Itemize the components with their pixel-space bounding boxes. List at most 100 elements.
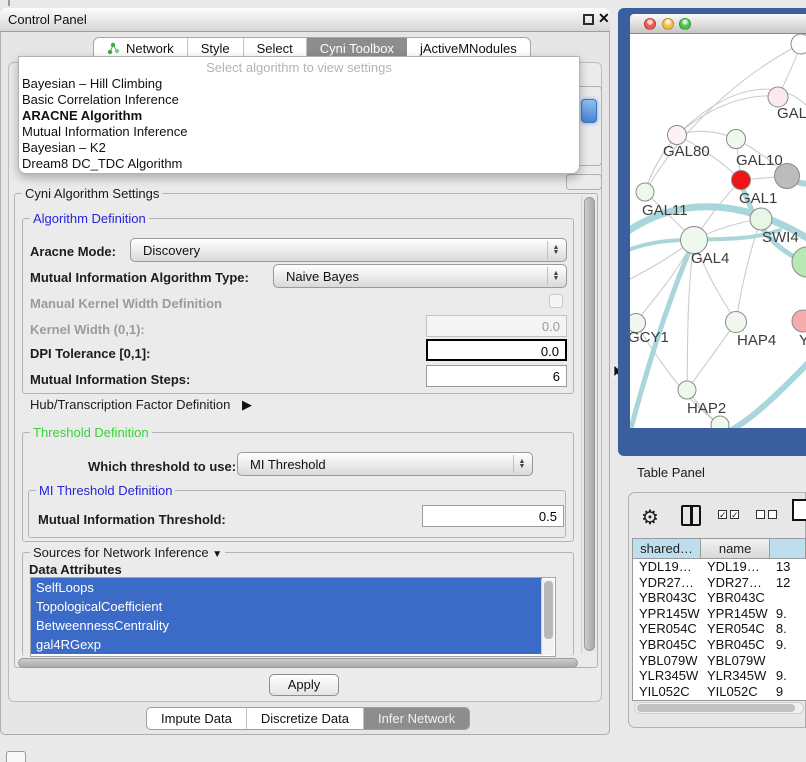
table-row[interactable]: YPR145WYPR145W9. xyxy=(633,606,806,622)
network-node-y[interactable] xyxy=(792,310,806,332)
table-cell: YLR345W xyxy=(701,668,770,684)
apply-button[interactable]: Apply xyxy=(269,674,339,696)
table-cell: YIL052C xyxy=(633,684,701,700)
algorithm-dropdown-list: Select algorithm to view settings Bayesi… xyxy=(18,56,580,174)
bottom-left-partial-icon xyxy=(6,751,26,762)
table-cell xyxy=(770,590,806,606)
float-window-icon[interactable] xyxy=(583,14,594,25)
data-attribute-item[interactable]: TopologicalCoefficient xyxy=(31,597,542,616)
table-column-header[interactable]: shared… xyxy=(633,539,701,558)
table-row[interactable]: YER054CYER054C8. xyxy=(633,621,806,637)
close-icon[interactable]: ✕ xyxy=(598,10,610,27)
table-cell: YBR043C xyxy=(633,590,701,606)
attributes-scrollbar[interactable] xyxy=(541,579,554,655)
table-row[interactable]: YDL19…YDL19…13 xyxy=(633,559,806,575)
bottom-tab-bar: Impute DataDiscretize DataInfer Network xyxy=(146,707,470,730)
network-node[interactable] xyxy=(792,247,806,277)
zoom-traffic-light[interactable] xyxy=(679,18,691,30)
dropdown-item[interactable]: Mutual Information Inference xyxy=(19,124,579,140)
checked-box-icon[interactable]: ✓ xyxy=(730,510,739,519)
table-row[interactable]: YLR345WYLR345W9. xyxy=(633,668,806,684)
network-node-gal1[interactable] xyxy=(732,171,751,190)
network-node-label: GCY1 xyxy=(630,329,669,346)
network-node-swi4[interactable] xyxy=(750,208,772,230)
tab-label: Network xyxy=(126,41,174,56)
dropdown-item[interactable]: Bayesian – K2 xyxy=(19,140,579,156)
mi-steps-label: Mutual Information Steps: xyxy=(30,372,190,387)
node-attribute-table[interactable]: shared…name YDL19…YDL19…13YDR27…YDR27…12… xyxy=(632,538,806,701)
network-node-label: HAP4 xyxy=(737,332,776,349)
expand-right-icon[interactable]: ▶ xyxy=(242,397,252,412)
tab-label: Style xyxy=(201,41,230,56)
collapse-down-icon[interactable]: ▼ xyxy=(212,549,222,560)
network-node-gal[interactable] xyxy=(768,87,788,107)
table-cell: YBL079W xyxy=(701,653,770,669)
network-node[interactable] xyxy=(711,416,729,428)
sources-group-title: Sources for Network Inference ▼ xyxy=(30,545,225,560)
columns-icon[interactable] xyxy=(681,505,701,526)
network-node-gal11[interactable] xyxy=(636,183,654,201)
dropdown-item[interactable]: Bayesian – Hill Climbing xyxy=(19,76,579,92)
dropdown-item[interactable]: ARACNE Algorithm xyxy=(19,108,579,124)
manual-kernel-width-label: Manual Kernel Width Definition xyxy=(30,296,222,311)
unchecked-box-icon[interactable] xyxy=(768,510,777,519)
table-column-header[interactable]: name xyxy=(701,539,770,558)
tab-discretize-data[interactable]: Discretize Data xyxy=(247,708,364,729)
network-edge-highlighted xyxy=(723,359,806,428)
data-attribute-item[interactable]: BetweennessCentrality xyxy=(31,616,542,635)
network-node-gal10[interactable] xyxy=(727,130,746,149)
obscured-combobox-stepper xyxy=(581,99,597,123)
page-icon[interactable] xyxy=(792,499,806,521)
mi-threshold-field[interactable]: 0.5 xyxy=(422,505,564,527)
network-node-label: HAP2 xyxy=(687,400,726,417)
network-window-titlebar[interactable] xyxy=(630,14,806,34)
table-horizontal-scrollbar-thumb[interactable] xyxy=(637,704,795,712)
network-canvas[interactable]: GALGAL80GAL10GAL1GAL11SWI4GAL4GCY1YHAP4H… xyxy=(630,34,806,428)
network-node-hap2[interactable] xyxy=(678,381,696,399)
settings-vertical-scrollbar-thumb[interactable] xyxy=(584,197,595,651)
unchecked-box-icon[interactable] xyxy=(756,510,765,519)
table-cell: 9. xyxy=(770,606,806,622)
table-row[interactable]: YIL052CYIL052C9 xyxy=(633,684,806,700)
table-column-header[interactable] xyxy=(770,539,806,558)
hub-definition-toggle[interactable]: Hub/Transcription Factor Definition ▶ xyxy=(30,397,252,413)
data-attribute-item[interactable]: gal4RGexp xyxy=(31,635,542,654)
data-attribute-item[interactable]: SelfLoops xyxy=(31,578,542,597)
close-traffic-light[interactable] xyxy=(644,18,656,30)
data-attributes-list[interactable]: SelfLoopsTopologicalCoefficientBetweenne… xyxy=(30,577,556,657)
table-cell: YDL19… xyxy=(633,559,701,575)
dpi-tolerance-field[interactable]: 0.0 xyxy=(426,339,567,361)
minimize-traffic-light[interactable] xyxy=(662,18,674,30)
which-threshold-select[interactable]: MI Threshold ▲▼ xyxy=(237,452,533,476)
table-row[interactable]: YBR045CYBR045C9. xyxy=(633,637,806,653)
attributes-scrollbar-thumb[interactable] xyxy=(544,581,553,639)
kernel-width-field[interactable]: 0.0 xyxy=(426,315,567,337)
tab-infer-network[interactable]: Infer Network xyxy=(364,708,469,729)
checked-box-icon[interactable]: ✓ xyxy=(718,510,727,519)
network-node[interactable] xyxy=(775,164,800,189)
settings-horizontal-scrollbar-thumb[interactable] xyxy=(18,658,578,668)
network-node-label: GAL11 xyxy=(642,202,688,219)
table-row[interactable]: YBR043CYBR043C xyxy=(633,590,806,606)
manual-kernel-width-checkbox[interactable] xyxy=(549,294,563,308)
mi-algorithm-type-select[interactable]: Naive Bayes ▲▼ xyxy=(273,264,567,288)
network-edge xyxy=(677,96,778,135)
gear-icon[interactable]: ⚙ xyxy=(641,505,659,530)
table-row[interactable]: YBL079WYBL079W xyxy=(633,653,806,669)
network-node-label: GAL4 xyxy=(691,250,729,267)
table-horizontal-scrollbar[interactable] xyxy=(634,702,804,714)
network-node[interactable] xyxy=(791,34,806,54)
table-cell: 8. xyxy=(770,621,806,637)
mi-steps-field[interactable]: 6 xyxy=(426,365,567,387)
dropdown-item[interactable]: Basic Correlation Inference xyxy=(19,92,579,108)
dropdown-item[interactable]: Dream8 DC_TDC Algorithm xyxy=(19,156,579,172)
mi-algorithm-type-label: Mutual Information Algorithm Type: xyxy=(30,270,249,285)
aracne-mode-select[interactable]: Discovery ▲▼ xyxy=(130,238,567,262)
network-node-gal80[interactable] xyxy=(668,126,687,145)
tab-impute-data[interactable]: Impute Data xyxy=(147,708,247,729)
settings-vertical-scrollbar[interactable] xyxy=(581,196,597,654)
tab-label: Select xyxy=(257,41,293,56)
network-node-hap4[interactable] xyxy=(726,312,747,333)
stepper-arrows-icon: ▲▼ xyxy=(547,267,561,285)
table-row[interactable]: YDR27…YDR27…12 xyxy=(633,575,806,591)
